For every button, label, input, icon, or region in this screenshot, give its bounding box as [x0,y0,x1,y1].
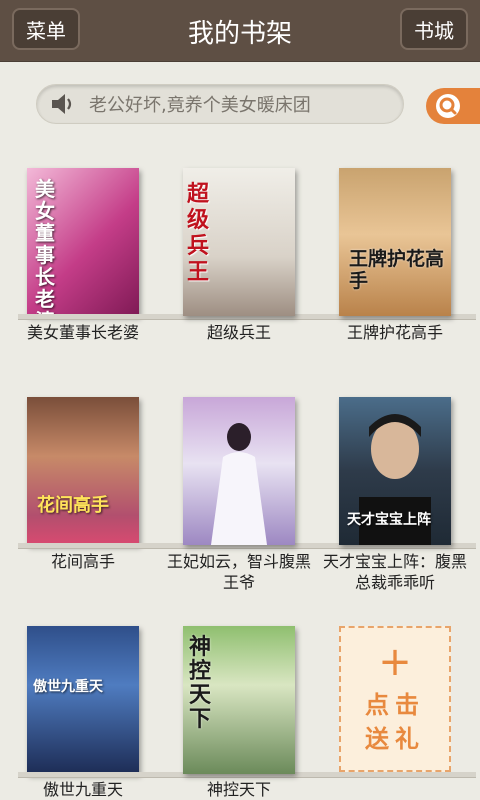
search-icon [436,94,460,118]
book-cover-title: 神控天下 [189,635,212,732]
broadcast-text: 老公好坏,竟养个美女暖床团 [89,95,311,116]
book-title-6[interactable]: 天才宝宝上阵：腹黑总裁乖乖听 [320,551,470,593]
book-title-8[interactable]: 神控天下 [164,779,314,800]
broadcast-bar[interactable]: 老公好坏,竟养个美女暖床团 [36,84,404,124]
book-cover-5[interactable] [183,397,295,545]
book-cover-6[interactable]: 天才宝宝上阵 [339,397,451,545]
speaker-icon [52,94,72,114]
book-cover-title: 超级兵王 [187,182,210,285]
book-cover-2[interactable]: 超级兵王 [183,168,295,316]
book-title-5[interactable]: 王妃如云，智斗腹黑王爷 [164,551,314,593]
book-cover-8[interactable]: 神控天下 [183,626,295,774]
book-cover-title: 花间高手 [37,495,109,516]
book-cover-1[interactable]: 美女董事长老婆 [27,168,139,316]
book-cover-3[interactable]: 王牌护花高手 [339,168,451,316]
book-cover-7[interactable]: 傲世九重天 [27,626,139,774]
book-cover-title: 天才宝宝上阵 [347,512,431,528]
search-button[interactable] [426,88,480,124]
cover-figure [211,423,267,545]
book-title-4[interactable]: 花间高手 [8,551,158,572]
book-cover-title: 傲世九重天 [33,679,103,695]
book-title-7[interactable]: 傲世九重天 [8,779,158,800]
plus-icon: + [378,639,412,685]
book-cover-title: 美女董事长老婆 [35,177,55,316]
book-title-1[interactable]: 美女董事长老婆 [8,322,158,343]
book-cover-title: 王牌护花高手 [349,248,445,292]
book-cover-4[interactable]: 花间高手 [27,397,139,545]
book-title-3[interactable]: 王牌护花高手 [320,322,470,343]
top-bar: 我的书架 菜单 书城 [0,0,480,62]
gift-text-line2: 送礼 [365,725,425,753]
gift-text-line1: 点击 [365,691,425,719]
menu-button[interactable]: 菜单 [12,8,80,50]
gift-button[interactable]: + 点击 送礼 [339,626,451,772]
book-title-2[interactable]: 超级兵王 [164,322,314,343]
bookstore-button[interactable]: 书城 [400,8,468,50]
